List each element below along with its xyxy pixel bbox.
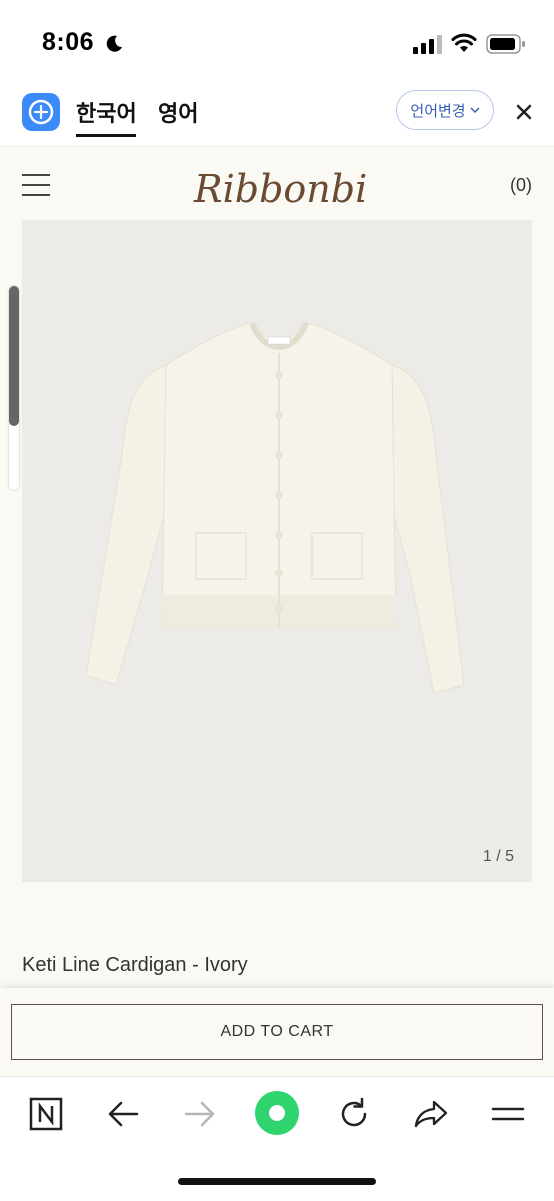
papago-icon[interactable] — [22, 93, 60, 131]
brand-logo[interactable]: Ribbonbit — [190, 152, 366, 218]
green-dot-icon[interactable] — [254, 1090, 300, 1136]
forward-arrow-icon[interactable] — [180, 1096, 220, 1132]
chevron-down-icon — [470, 107, 480, 114]
change-language-label: 언어변경 — [410, 102, 466, 120]
share-glyph-icon — [414, 1100, 448, 1128]
wifi-icon — [451, 33, 477, 52]
close-icon[interactable] — [510, 98, 538, 126]
active-tab-underline — [76, 134, 136, 137]
forward-arrow-glyph-icon — [184, 1101, 215, 1127]
moon-icon — [106, 35, 122, 52]
cellular-signal-icon — [413, 35, 442, 54]
battery-icon — [486, 34, 525, 54]
scroll-thumb[interactable] — [9, 286, 19, 426]
back-arrow-icon[interactable] — [103, 1096, 143, 1132]
status-time: 8:06 — [42, 28, 95, 56]
naver-n-icon[interactable] — [26, 1096, 66, 1132]
papago-glyph-icon — [28, 99, 54, 125]
image-counter: 1 / 5 — [482, 848, 514, 865]
green-dot-glyph-icon — [255, 1091, 299, 1135]
tab-english[interactable]: 영어 — [158, 96, 198, 128]
product-image[interactable]: 1 / 5 — [22, 220, 532, 882]
reload-icon[interactable] — [334, 1096, 374, 1132]
reload-glyph-icon — [341, 1097, 367, 1127]
share-icon[interactable] — [411, 1096, 451, 1132]
hamburger-menu-icon[interactable] — [22, 174, 50, 198]
status-bar: 8:06 — [0, 0, 554, 80]
naver-n-glyph-icon — [29, 1097, 63, 1131]
home-indicator[interactable] — [178, 1178, 376, 1185]
change-language-button[interactable]: 언어변경 — [396, 90, 494, 130]
cart-count[interactable]: (0) — [510, 175, 532, 196]
tab-korean[interactable]: 한국어 — [76, 96, 137, 128]
menu-glyph-icon — [491, 1107, 525, 1121]
product-title: Keti Line Cardigan - Ivory — [22, 954, 248, 976]
cardigan-image — [86, 321, 465, 694]
menu-icon[interactable] — [488, 1096, 528, 1132]
add-to-cart-button[interactable]: ADD TO CART — [11, 1004, 543, 1060]
scroll-indicator[interactable] — [9, 286, 19, 490]
brand-text: Ribbonbit — [193, 167, 366, 211]
back-arrow-glyph-icon — [108, 1101, 139, 1127]
